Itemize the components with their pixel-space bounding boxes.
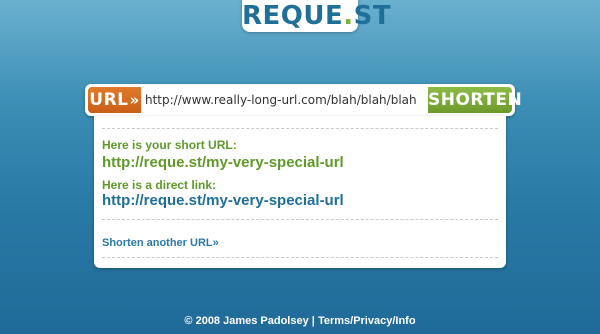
logo-text-end: ST [353,1,392,31]
footer-separator: | [308,315,318,327]
short-url-link[interactable]: http://reque.st/my-very-special-url [102,154,344,171]
footer: © 2008 James Padolsey | Terms/Privacy/In… [0,315,600,327]
result-panel: Here is your short URL: http://reque.st/… [94,116,506,268]
url-label: URL» [88,87,141,113]
divider [102,219,498,220]
footer-terms-link[interactable]: Terms/Privacy/Info [318,315,416,327]
direct-link[interactable]: http://reque.st/my-very-special-url [102,192,344,209]
logo-text: REQUE.ST [242,2,391,30]
chevron-right-icon: » [129,91,140,109]
url-label-text: URL [89,90,129,110]
footer-copyright: © 2008 James Padolsey [184,315,309,327]
divider [102,257,498,258]
url-bar: URL» SHORTEN [85,84,522,116]
short-url-label: Here is your short URL: [102,138,237,152]
logo-dot: . [343,1,354,31]
logo[interactable]: REQUE.ST [242,0,391,32]
divider [102,128,498,129]
logo-text-start: REQUE [242,1,344,31]
url-input[interactable] [145,87,425,113]
direct-link-label: Here is a direct link: [102,178,217,192]
shorten-button[interactable]: SHORTEN [428,87,522,113]
shorten-another-link[interactable]: Shorten another URL» [102,237,219,249]
